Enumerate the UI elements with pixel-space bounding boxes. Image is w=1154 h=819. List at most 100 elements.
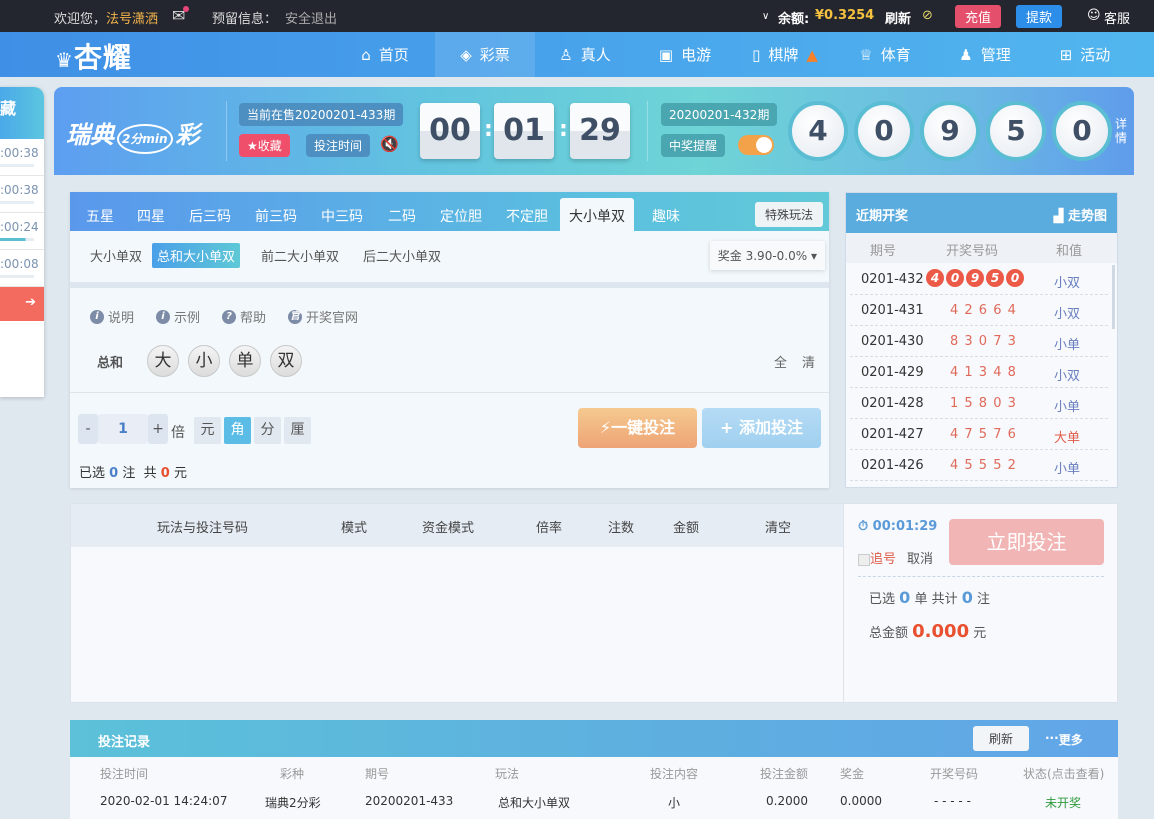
username[interactable]: 法号潇洒: [106, 8, 158, 27]
draw-sum: 小单: [1054, 338, 1081, 353]
tab-unfixed[interactable]: 不定胆: [497, 198, 557, 231]
slot-machine-icon: ▣: [658, 45, 674, 64]
play-panel: 五星 四星 后三码 前三码 中三码 二码 定位胆 不定胆 大小单双 趣味 特殊玩…: [70, 192, 829, 488]
increase-multiple[interactable]: +: [148, 414, 168, 444]
recharge-button[interactable]: 充值: [955, 5, 1002, 28]
draw-issue: 0201-428: [861, 396, 924, 411]
help-example[interactable]: i 示例: [156, 307, 200, 326]
chase-checkbox[interactable]: 追号: [858, 548, 896, 567]
multiple-input[interactable]: 1: [98, 414, 148, 444]
nav-cards[interactable]: ▯ 棋牌 ▲: [735, 32, 835, 77]
result-ball: 5: [986, 101, 1046, 161]
nav-sports[interactable]: ♕ 体育: [835, 32, 935, 77]
nav-lottery[interactable]: ◈ 彩票: [435, 32, 535, 77]
win-remind-toggle[interactable]: [738, 135, 774, 155]
result-ball: 0: [854, 101, 914, 161]
chevron-down-icon[interactable]: ∨: [762, 11, 769, 22]
draw-issue: 0201-426: [861, 458, 924, 473]
add-bet-button[interactable]: + 添加投注: [702, 408, 821, 448]
submit-bet-button[interactable]: 立即投注: [949, 519, 1104, 565]
tab-first-three[interactable]: 前三码: [246, 198, 306, 231]
tab-last-three[interactable]: 后三码: [180, 198, 240, 231]
nav-promotions[interactable]: ⊞ 活动: [1035, 32, 1135, 77]
records-col-header: 状态(点击查看): [1023, 767, 1105, 781]
prize-select[interactable]: 奖金 3.90-0.0% ▾: [709, 241, 825, 270]
special-play-button[interactable]: 特殊玩法: [754, 202, 823, 227]
record-cell: 小: [668, 796, 681, 810]
customer-service[interactable]: 客服: [1104, 8, 1130, 27]
decrease-multiple[interactable]: -: [78, 414, 98, 444]
choice-big[interactable]: 大: [147, 345, 179, 377]
tab-middle-three[interactable]: 中三码: [312, 198, 372, 231]
bet-time-button[interactable]: 投注时间: [306, 134, 371, 157]
draw-row: 0201-427 4 7 5 7 6 大单: [850, 419, 1108, 450]
unit-jiao[interactable]: 角: [224, 417, 251, 444]
record-status-link[interactable]: 未开奖: [1045, 794, 1081, 811]
choice-odd[interactable]: 单: [229, 345, 261, 377]
tab-position[interactable]: 定位胆: [431, 198, 491, 231]
tab-two[interactable]: 二码: [379, 198, 425, 231]
records-more-link[interactable]: ··· 更多: [1045, 731, 1083, 747]
unit-yuan[interactable]: 元: [194, 417, 221, 444]
choice-even[interactable]: 双: [270, 345, 302, 377]
submit-panel: ⏱ 00:01:29 追号 取消 立即投注 已选 0 单 共计 0 注 总金额 …: [843, 503, 1118, 703]
clear-selection[interactable]: 清: [802, 352, 815, 371]
cancel-chase[interactable]: 取消: [907, 548, 933, 567]
nav-slots[interactable]: ▣ 电游: [635, 32, 735, 77]
refresh-balance[interactable]: 刷新: [885, 8, 911, 27]
recent-draws-header: 近期开奖 ▟ 走势图: [846, 193, 1117, 233]
bet-timer: ⏱ 00:01:29: [858, 519, 938, 534]
nav-live[interactable]: ♙ 真人: [535, 32, 635, 77]
unit-li[interactable]: 厘: [284, 417, 311, 444]
records-col-header: 开奖号码: [930, 767, 979, 781]
side-item[interactable]: :00:08: [0, 250, 44, 287]
hide-eye-icon[interactable]: ⊘: [922, 8, 933, 23]
records-refresh-button[interactable]: 刷新: [973, 726, 1030, 751]
unit-fen[interactable]: 分: [254, 417, 281, 444]
favorite-button[interactable]: ★收藏: [239, 134, 290, 157]
arrow-right-icon[interactable]: ➔: [0, 287, 44, 321]
tab-big-small-odd-even[interactable]: 大小单双: [560, 198, 634, 231]
last-issue: 20200201-432期: [661, 103, 778, 126]
nav-home[interactable]: ⌂ 首页: [335, 32, 435, 77]
side-item[interactable]: :00:38: [0, 176, 44, 213]
quick-bet-button[interactable]: ⚡一键投注: [578, 408, 697, 448]
balance-value: ¥0.3254: [815, 8, 875, 23]
draw-row: 0201-429 4 1 3 4 8 小双: [850, 357, 1108, 388]
bar-chart-icon: ▟: [1053, 209, 1064, 224]
top-bar: 欢迎您， 法号潇洒 ✉ 预留信息： 安全退出 ∨ 余额: ¥0.3254 刷新 …: [0, 0, 1154, 32]
lottery-logo: 瑞典 2分min 彩: [66, 115, 200, 154]
help-official-site[interactable]: 官开奖官网: [288, 307, 358, 326]
draw-sum: 大单: [1054, 431, 1081, 446]
play-tabs: 五星 四星 后三码 前三码 中三码 二码 定位胆 不定胆 大小单双 趣味 特殊玩…: [70, 192, 829, 231]
subtab[interactable]: 大小单双: [85, 243, 147, 268]
detail-link[interactable]: 详情: [1115, 117, 1127, 145]
help-help[interactable]: ? 帮助: [222, 307, 266, 326]
draw-row: 0201-432 4 0 9 5 0 小双: [850, 264, 1108, 295]
mail-icon[interactable]: ✉: [172, 6, 190, 25]
tab-four-star[interactable]: 四星: [128, 198, 174, 231]
draw-sum: 小单: [1054, 462, 1081, 477]
subtab[interactable]: 后二大小单双: [358, 243, 446, 268]
help-explain[interactable]: i 说明: [90, 307, 134, 326]
chat-icon[interactable]: ☺: [1087, 8, 1101, 23]
nav-manage[interactable]: ♟ 管理: [935, 32, 1035, 77]
logout-link[interactable]: 安全退出: [285, 8, 337, 27]
trend-chart-link[interactable]: ▟ 走势图: [1053, 205, 1107, 224]
draw-issue: 0201-432: [861, 272, 924, 287]
subtab[interactable]: 前二大小单双: [256, 243, 344, 268]
times-label: 倍: [171, 425, 185, 441]
select-all[interactable]: 全: [774, 352, 787, 371]
choice-small[interactable]: 小: [188, 345, 220, 377]
clear-all-bets[interactable]: 清空: [765, 517, 791, 536]
sound-muted-icon[interactable]: 🔇: [380, 135, 399, 153]
side-item[interactable]: :00:38: [0, 139, 44, 176]
site-logo[interactable]: ♛杏耀: [55, 36, 132, 76]
subtab[interactable]: 总和大小单双: [152, 243, 241, 268]
tab-fun[interactable]: 趣味: [643, 198, 689, 231]
withdraw-button[interactable]: 提款: [1016, 5, 1063, 28]
tab-five-star[interactable]: 五星: [77, 198, 123, 231]
draw-issue: 0201-431: [861, 303, 924, 318]
balance-label: 余额:: [778, 12, 810, 27]
side-item[interactable]: :00:24: [0, 213, 44, 250]
